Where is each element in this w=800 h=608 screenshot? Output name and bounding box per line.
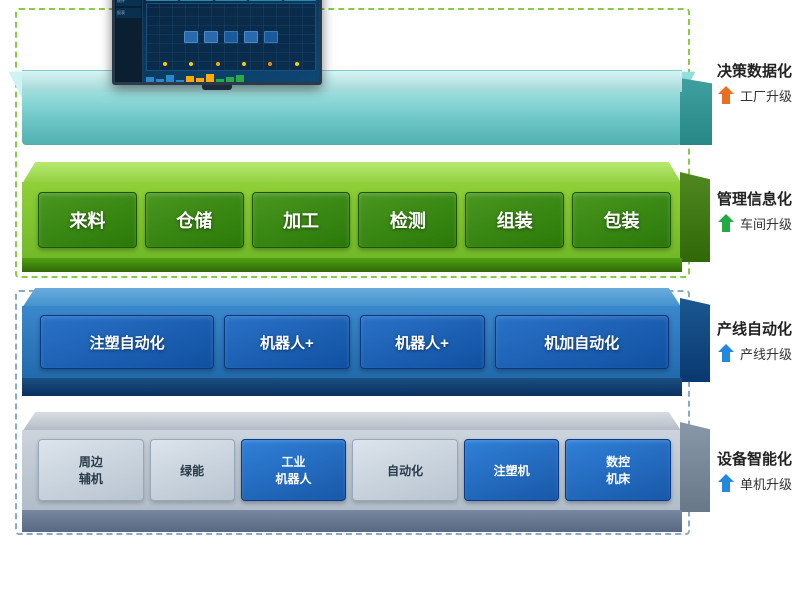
mgmt-box-3: 检测 (358, 192, 457, 248)
management-boxes: 来料 仓储 加工 检测 组装 包装 (32, 186, 677, 254)
monitor-content: 管理 统计 报表 来料 仓储 加工 检测 组装 (115, 0, 319, 85)
label-mgmt-main: 管理信息化 (717, 188, 792, 209)
equip-box-2: 工业 机器人 (241, 439, 347, 501)
mgmt-side (680, 172, 710, 262)
label-mgmt-sub: 车间升级 (740, 214, 792, 233)
label-decision-sub: 工厂升级 (740, 86, 792, 105)
mgmt-box-0: 来料 (38, 192, 137, 248)
label-management: 管理信息化 车间升级 (716, 188, 792, 234)
equip-side (680, 422, 710, 512)
arrow-equip-icon (716, 472, 736, 494)
prod-box-0: 注塑自动化 (40, 315, 214, 369)
prod-box-1: 机器人+ (224, 315, 349, 369)
label-production: 产线自动化 产线升级 (716, 318, 792, 364)
arrow-management: 车间升级 (716, 212, 792, 234)
prod-top (22, 288, 682, 308)
arrow-decision-icon (716, 84, 736, 106)
equip-box-4: 注塑机 (464, 439, 559, 501)
arrow-production: 产线升级 (716, 342, 792, 364)
mgmt-box-2: 加工 (252, 192, 351, 248)
decision-platform-face (22, 90, 682, 145)
layer-production: 注塑自动化 机器人+ 机器人+ 机加自动化 (22, 288, 682, 396)
mgmt-box-1: 仓储 (145, 192, 244, 248)
label-equip-main: 设备智能化 (717, 448, 792, 469)
prod-side (680, 298, 710, 382)
arrow-decision: 工厂升级 (716, 84, 792, 106)
equip-box-3: 自动化 (352, 439, 458, 501)
arrow-prod-icon (716, 342, 736, 364)
mgmt-top (22, 162, 682, 184)
label-decision-main: 决策数据化 (717, 60, 792, 81)
label-prod-sub: 产线升级 (740, 344, 792, 363)
label-decision: 决策数据化 工厂升级 (716, 60, 792, 106)
equip-box-5: 数控 机床 (565, 439, 671, 501)
label-equip-sub: 单机升级 (740, 474, 792, 493)
equip-bottom (22, 510, 682, 532)
prod-bottom (22, 378, 682, 396)
layer-equipment: 周边 辅机 绿能 工业 机器人 自动化 注塑机 数控 机床 (22, 412, 682, 532)
monitor-area: 管理信息化 管理 统计 报表 (112, 0, 322, 90)
prod-box-2: 机器人+ (360, 315, 485, 369)
prod-box-3: 机加自动化 (495, 315, 669, 369)
equip-box-0: 周边 辅机 (38, 439, 144, 501)
production-boxes: 注塑自动化 机器人+ 机器人+ 机加自动化 (32, 310, 677, 374)
decision-platform-side (680, 78, 712, 145)
main-container: 管理信息化 管理 统计 报表 (0, 0, 800, 608)
mgmt-box-5: 包装 (572, 192, 671, 248)
equip-top (22, 412, 682, 432)
label-prod-main: 产线自动化 (717, 318, 792, 339)
mgmt-box-4: 组装 (465, 192, 564, 248)
layer-management: 来料 仓储 加工 检测 组装 包装 (22, 162, 682, 272)
layer-decision: 管理信息化 管理 统计 报表 (22, 15, 682, 160)
monitor-screen: 管理信息化 管理 统计 报表 (112, 0, 322, 85)
arrow-mgmt-icon (716, 212, 736, 234)
equip-box-1: 绿能 (150, 439, 235, 501)
mgmt-bottom (22, 258, 682, 272)
equipment-boxes: 周边 辅机 绿能 工业 机器人 自动化 注塑机 数控 机床 (32, 434, 677, 506)
label-equipment: 设备智能化 单机升级 (716, 448, 792, 494)
arrow-equipment: 单机升级 (716, 472, 792, 494)
